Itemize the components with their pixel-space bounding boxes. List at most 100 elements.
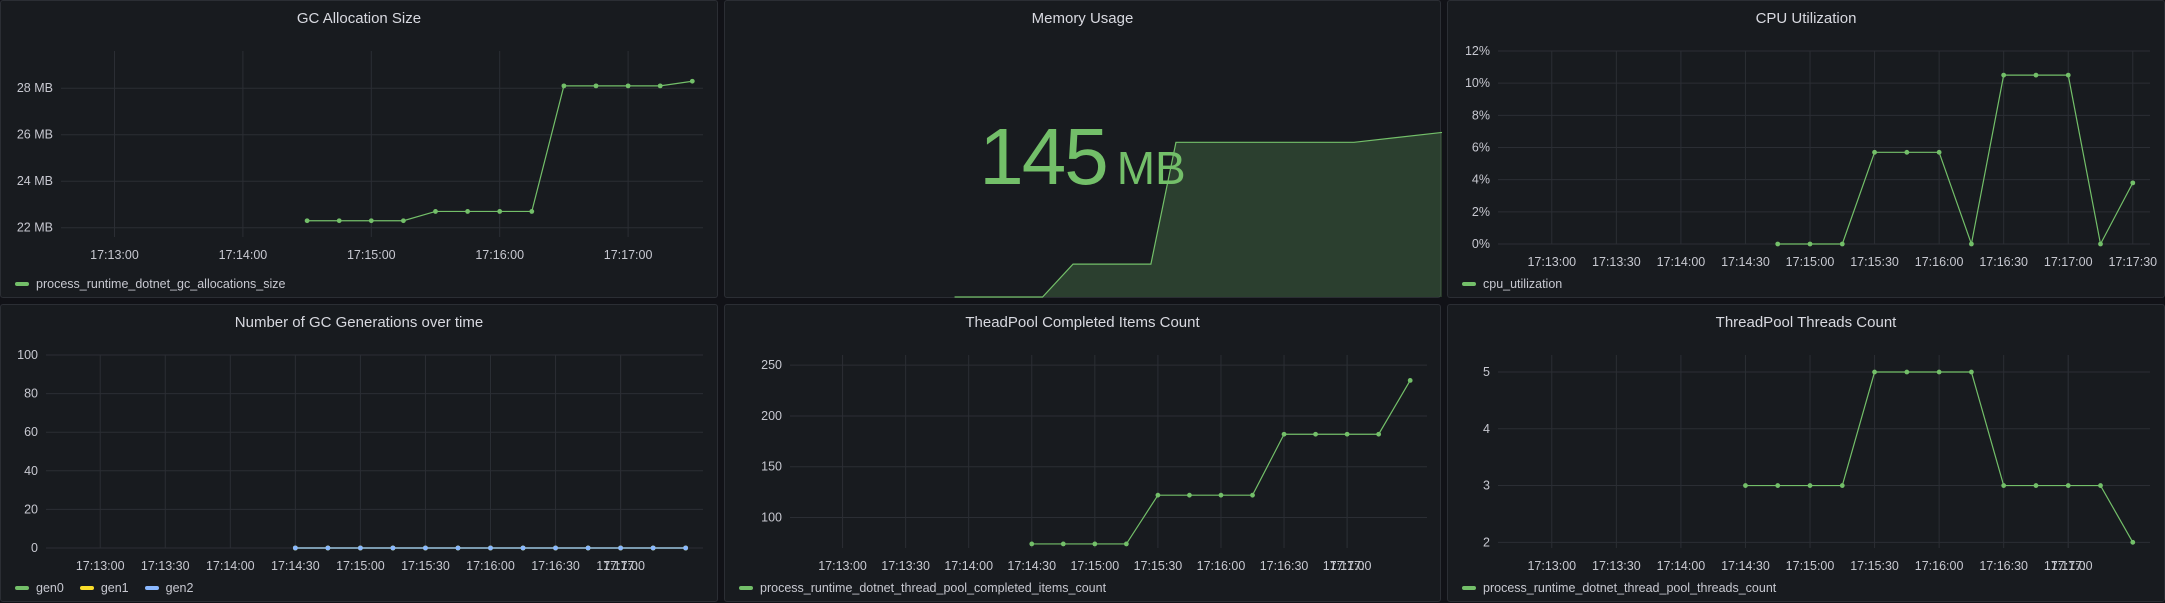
- legend-swatch: [15, 282, 29, 286]
- x-tick-label: 17:13:30: [1592, 255, 1641, 269]
- data-point: [1743, 483, 1748, 488]
- data-point: [304, 218, 310, 224]
- data-point: [292, 545, 298, 551]
- x-tick-label: 17:13:30: [1592, 559, 1641, 573]
- data-point: [1775, 241, 1781, 247]
- panel-memory-usage[interactable]: Memory Usage 145 MB: [724, 0, 1443, 298]
- legend-label: cpu_utilization: [1483, 277, 1563, 291]
- data-point: [401, 218, 406, 224]
- data-point: [561, 83, 567, 89]
- x-tick-label: 17:14:30: [271, 559, 320, 573]
- data-point: [1123, 541, 1129, 547]
- legend-item-process_runtime_dotnet_thread_pool_threads_count[interactable]: process_runtime_dotnet_thread_pool_threa…: [1462, 581, 1776, 595]
- data-point: [683, 545, 689, 551]
- legend: cpu_utilization: [1462, 277, 1562, 291]
- legend: process_runtime_dotnet_gc_allocations_si…: [15, 277, 285, 291]
- memory-stat-value: 145 MB: [725, 111, 1440, 203]
- data-point: [1904, 149, 1910, 155]
- x-tick-label: 17:16:00: [1915, 559, 1964, 573]
- data-point: [2001, 72, 2007, 78]
- x-tick-label: 17:16:00: [1197, 559, 1246, 573]
- data-point: [1092, 541, 1098, 547]
- x-tick-label: 17:14:00: [206, 559, 255, 573]
- data-point: [1968, 241, 1974, 247]
- y-tick-label: 24 MB: [17, 174, 53, 188]
- x-tick-label: 17:15:30: [401, 559, 450, 573]
- x-tick-label: 17:16:30: [1979, 255, 2028, 269]
- data-point: [2130, 539, 2136, 545]
- legend-swatch: [144, 586, 159, 590]
- panel-threadpool-completed-items[interactable]: TheadPool Completed Items Count 100 150 20…: [724, 304, 1441, 602]
- x-tick-label: 17:17:: [2051, 559, 2086, 573]
- legend: gen0 gen1 gen2: [15, 581, 193, 595]
- y-tick-label: 22 MB: [17, 221, 53, 235]
- y-tick-label: 6%: [1472, 141, 1490, 155]
- data-point: [368, 218, 374, 224]
- y-tick-label: 60: [24, 425, 38, 439]
- y-tick-label: 10%: [1465, 76, 1490, 90]
- panel-gc-generations[interactable]: Number of GC Generations over time 0 20 40…: [0, 304, 718, 602]
- threadpool-items-chart: 100 150 200 250 17:13:00 17:13:30 17:14:00 17:1…: [761, 355, 1427, 573]
- x-tick-label: 17:14:00: [944, 559, 993, 573]
- x-tick-label: 17:17:: [1330, 559, 1365, 573]
- x-tick-label: 17:13:00: [1527, 559, 1576, 573]
- legend-label: gen1: [100, 581, 129, 595]
- data-point: [1155, 492, 1161, 498]
- y-tick-label: 20: [24, 502, 38, 516]
- x-tick-label: 17:15:00: [1786, 255, 1835, 269]
- data-point: [1936, 149, 1942, 155]
- data-point: [390, 545, 396, 551]
- y-tick-label: 4%: [1472, 173, 1490, 187]
- x-tick-label: 17:13:30: [881, 559, 930, 573]
- data-point: [2001, 483, 2007, 488]
- gc-generations-chart: 0 20 40 60 80 100 17:13:00 17:13:30 17:14:00 17:1…: [17, 348, 703, 573]
- legend-swatch: [739, 586, 753, 590]
- x-tick-label: 17:14:00: [1657, 255, 1706, 269]
- y-tick-label: 26 MB: [17, 128, 53, 142]
- panel-cpu-utilization[interactable]: CPU Utilization 0% 2% 4% 6% 8% 10% 12% 17:13:00…: [1447, 0, 2165, 298]
- data-point: [2098, 241, 2103, 247]
- data-point: [1807, 483, 1813, 488]
- legend-item-cpu_utilization[interactable]: cpu_utilization: [1462, 277, 1562, 291]
- x-tick-label: 17:14:00: [1657, 559, 1706, 573]
- data-point: [585, 545, 591, 551]
- x-tick-label: 17:15:00: [1070, 559, 1119, 573]
- x-tick-label: 17:14:00: [219, 248, 268, 262]
- x-tick-label: 17:14:30: [1721, 559, 1770, 573]
- data-point: [336, 218, 342, 224]
- panel-threadpool-threads-count[interactable]: ThreadPool Threads Count 2 3 4 5 17:13:00 17:…: [1447, 304, 2165, 602]
- x-tick-label: 17:15:30: [1850, 255, 1899, 269]
- legend-label: process_runtime_dotnet_gc_allocations_si…: [36, 277, 286, 291]
- y-tick-label: 0%: [1472, 237, 1490, 251]
- data-point: [1376, 431, 1382, 437]
- legend-item-process_runtime_dotnet_thread_pool_completed_items_count[interactable]: process_runtime_dotnet_thread_pool_compl…: [739, 581, 1106, 595]
- x-tick-label: 17:13:00: [1527, 255, 1576, 269]
- y-tick-label: 40: [24, 464, 38, 478]
- data-point: [2098, 483, 2103, 488]
- x-tick-label: 17:16:00: [475, 248, 524, 262]
- panel-gc-allocation-size[interactable]: GC Allocation Size 22 MB 24 MB 26 MB 28 MB 1…: [0, 0, 718, 298]
- threadpool-threads-chart: 2 3 4 5 17:13:00 17:13:30 17:14:00 17:14:30 17:1…: [1483, 355, 2150, 573]
- legend-item-gen0[interactable]: gen0: [15, 581, 64, 595]
- data-point: [1904, 369, 1910, 375]
- x-tick-label: 17:15:00: [347, 248, 396, 262]
- legend-item-process_runtime_dotnet_gc_allocations_size[interactable]: process_runtime_dotnet_gc_allocations_si…: [15, 277, 285, 291]
- data-point: [1807, 241, 1813, 247]
- cpu-utilization-chart: 0% 2% 4% 6% 8% 10% 12% 17:13:00 17:13:30 17:14:00…: [1465, 44, 2157, 269]
- x-tick-label: 17:13:00: [76, 559, 125, 573]
- data-point: [1218, 492, 1224, 498]
- data-point: [1968, 369, 1974, 375]
- legend-swatch: [79, 586, 94, 590]
- data-point: [2130, 180, 2136, 186]
- data-point: [1344, 431, 1350, 437]
- y-tick-label: 150: [761, 460, 782, 474]
- y-tick-label: 5: [1483, 365, 1490, 379]
- legend-item-gen1[interactable]: gen1: [79, 581, 129, 595]
- legend-item-gen2[interactable]: gen2: [144, 581, 193, 595]
- data-point: [325, 545, 331, 551]
- y-tick-label: 250: [761, 358, 782, 372]
- data-point: [497, 209, 503, 214]
- data-point: [520, 545, 526, 551]
- data-point: [593, 83, 599, 89]
- data-point: [1872, 369, 1877, 375]
